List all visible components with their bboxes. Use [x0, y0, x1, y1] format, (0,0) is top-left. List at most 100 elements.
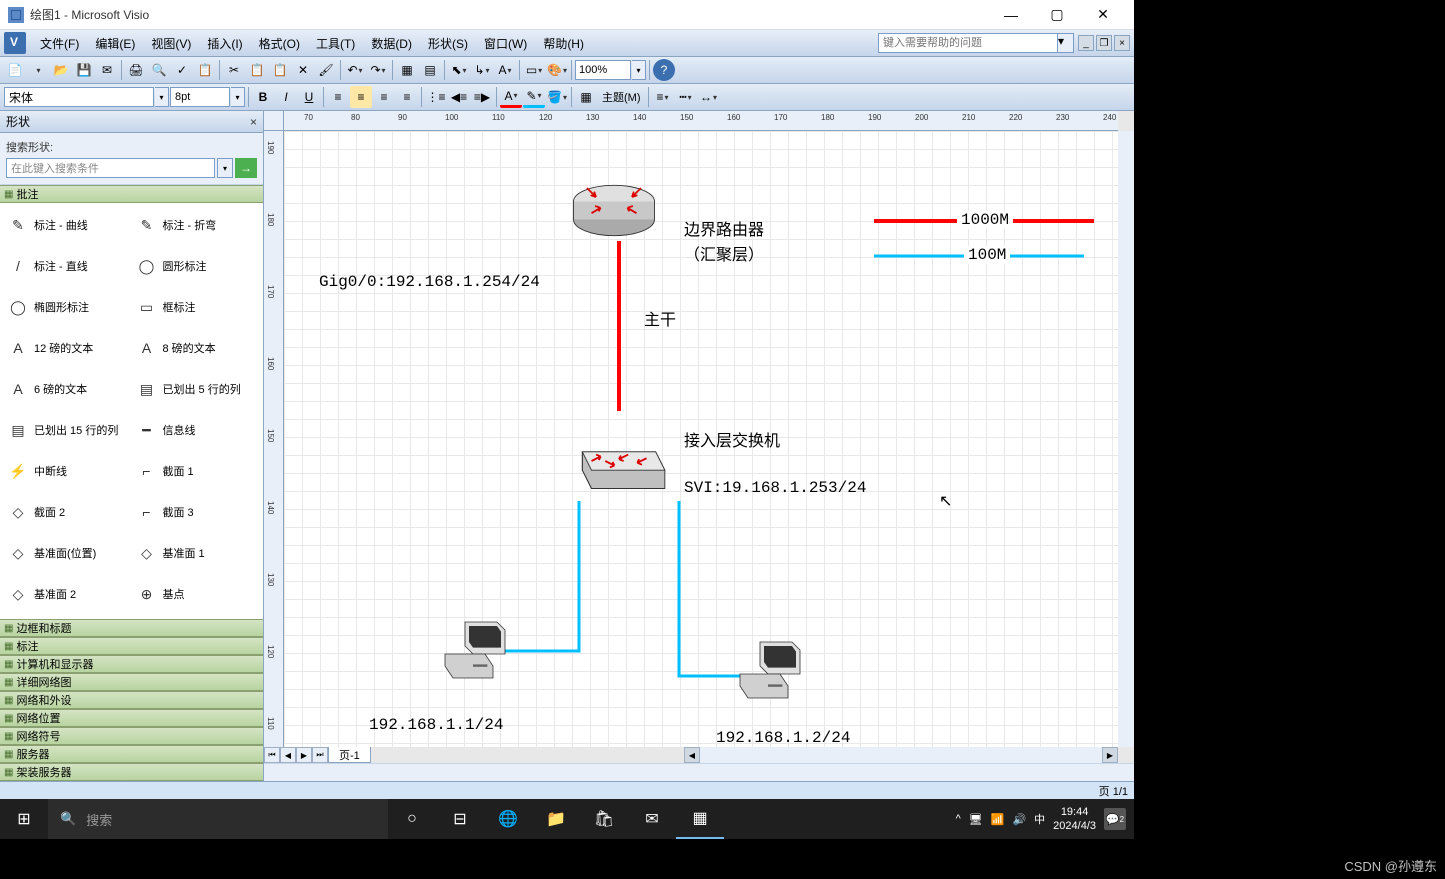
new-dropdown[interactable] — [27, 59, 49, 81]
theme-button[interactable]: 主题(M) — [598, 86, 645, 108]
bullets-button[interactable]: ⋮≡ — [425, 86, 447, 108]
tray-chevron-icon[interactable]: ^ — [956, 813, 961, 825]
theme-icon[interactable]: ▦ — [575, 86, 597, 108]
menu-tools[interactable]: 工具(T) — [308, 32, 363, 55]
email-button[interactable]: ✉ — [96, 59, 118, 81]
switch-shape[interactable] — [564, 411, 674, 514]
stencil-header[interactable]: ▦网络符号 — [0, 727, 263, 745]
line-color[interactable]: ✎ — [523, 86, 545, 108]
help-search-input[interactable] — [878, 33, 1058, 53]
align-justify[interactable]: ≡ — [396, 86, 418, 108]
shape-item[interactable]: ⚡中断线 — [4, 453, 131, 489]
pc2-shape[interactable] — [724, 626, 804, 709]
connector-tool[interactable]: ↳ — [471, 59, 493, 81]
rectangle-tool[interactable]: ▭ — [523, 59, 545, 81]
search-shapes-dropdown[interactable]: ▾ — [217, 158, 233, 178]
save-button[interactable]: 💾 — [73, 59, 95, 81]
menu-view[interactable]: 视图(V) — [143, 32, 199, 55]
shape-item[interactable]: ◇基准面(位置) — [4, 535, 131, 571]
shapes-panel-close[interactable]: × — [250, 115, 257, 129]
stencil-header[interactable]: ▦标注 — [0, 637, 263, 655]
menu-shape[interactable]: 形状(S) — [420, 32, 476, 55]
shape-item[interactable]: ━信息线 — [133, 412, 260, 448]
page-tab-1[interactable]: 页-1 — [328, 747, 371, 763]
zoom-dropdown[interactable]: ▾ — [632, 60, 646, 80]
shape-item[interactable]: ◇基准面 2 — [4, 576, 131, 612]
search-shapes-go[interactable]: → — [235, 158, 257, 178]
new-button[interactable]: 📄 — [4, 59, 26, 81]
cortana-icon[interactable]: ○ — [388, 799, 436, 839]
tray-network-icon[interactable]: 📶 — [991, 813, 1005, 826]
tray-clock[interactable]: 19:44 2024/4/3 — [1053, 805, 1096, 834]
data-graphics[interactable]: ▤ — [419, 59, 441, 81]
stencil-header[interactable]: ▦网络和外设 — [0, 691, 263, 709]
open-button[interactable]: 📂 — [50, 59, 72, 81]
tray-notification[interactable]: 💬2 — [1104, 808, 1126, 830]
store-icon[interactable]: 🛍 — [580, 799, 628, 839]
fill-color[interactable]: 🎨 — [546, 59, 568, 81]
stencil-header[interactable]: ▦详细网络图 — [0, 673, 263, 691]
mail-icon[interactable]: ✉ — [628, 799, 676, 839]
help-dropdown[interactable]: ▾ — [1058, 33, 1074, 53]
align-right[interactable]: ≡ — [373, 86, 395, 108]
minimize-button[interactable]: — — [988, 0, 1034, 30]
edge-icon[interactable]: 🌐 — [484, 799, 532, 839]
paste-button[interactable]: 📋 — [269, 59, 291, 81]
pc1-shape[interactable] — [429, 606, 509, 689]
menu-help[interactable]: 帮助(H) — [535, 32, 592, 55]
research-button[interactable]: 📋 — [194, 59, 216, 81]
stencil-header[interactable]: ▦边框和标题 — [0, 619, 263, 637]
page-next[interactable]: ▶ — [296, 747, 312, 763]
close-button[interactable]: ✕ — [1080, 0, 1126, 30]
stencil-header-active[interactable]: ▦批注 — [0, 185, 263, 203]
zoom-input[interactable]: 100% — [575, 60, 631, 80]
page-first[interactable]: ⏮ — [264, 747, 280, 763]
bold-button[interactable]: B — [252, 86, 274, 108]
align-center[interactable]: ≡ — [350, 86, 372, 108]
menu-data[interactable]: 数据(D) — [363, 32, 420, 55]
menu-window[interactable]: 窗口(W) — [476, 32, 535, 55]
cut-button[interactable]: ✂ — [223, 59, 245, 81]
explorer-icon[interactable]: 📁 — [532, 799, 580, 839]
shape-item[interactable]: ▤已划出 5 行的列 — [133, 371, 260, 407]
shape-item[interactable]: A8 磅的文本 — [133, 330, 260, 366]
font-name-select[interactable]: 宋体 — [4, 87, 154, 107]
line-weight[interactable]: ≡ — [652, 86, 674, 108]
spellcheck-button[interactable]: ✓ — [171, 59, 193, 81]
format-painter[interactable]: 🖌 — [315, 59, 337, 81]
shape-item[interactable]: ▤已划出 15 行的列 — [4, 412, 131, 448]
underline-button[interactable]: U — [298, 86, 320, 108]
print-preview-button[interactable]: 🔍 — [148, 59, 170, 81]
stencil-header[interactable]: ▦服务器 — [0, 745, 263, 763]
print-button[interactable]: 🖨 — [125, 59, 147, 81]
shapes-window[interactable]: ▦ — [396, 59, 418, 81]
router-shape[interactable] — [569, 161, 659, 254]
shape-item[interactable]: ◇基准面 1 — [133, 535, 260, 571]
visio-icon[interactable] — [4, 32, 26, 54]
line-ends[interactable]: ↔ — [698, 86, 720, 108]
shape-item[interactable]: A6 磅的文本 — [4, 371, 131, 407]
line-pattern[interactable]: ┅ — [675, 86, 697, 108]
text-tool[interactable]: A — [494, 59, 516, 81]
search-shapes-input[interactable] — [6, 158, 215, 178]
mdi-minimize[interactable]: _ — [1078, 35, 1094, 51]
stencil-header[interactable]: ▦计算机和显示器 — [0, 655, 263, 673]
menu-file[interactable]: 文件(F) — [32, 32, 87, 55]
drawing-canvas[interactable]: 边界路由器 （汇聚层） Gig0/0:192.168.1.254/24 主干 — [284, 131, 1118, 747]
task-view-icon[interactable]: ⊟ — [436, 799, 484, 839]
maximize-button[interactable]: ▢ — [1034, 0, 1080, 30]
menu-format[interactable]: 格式(O) — [251, 32, 308, 55]
shape-item[interactable]: ✎标注 - 曲线 — [4, 207, 131, 243]
pointer-tool[interactable]: ⬉ — [448, 59, 470, 81]
font-size-dropdown[interactable]: ▾ — [231, 87, 245, 107]
delete-button[interactable]: ✕ — [292, 59, 314, 81]
shape-item[interactable]: /标注 - 直线 — [4, 248, 131, 284]
copy-button[interactable]: 📋 — [246, 59, 268, 81]
visio-taskbar-icon[interactable]: ▦ — [676, 799, 724, 839]
tray-volume-icon[interactable]: 🔊 — [1012, 813, 1026, 826]
tray-ime[interactable]: 中 — [1034, 811, 1045, 827]
page-prev[interactable]: ◀ — [280, 747, 296, 763]
shape-item[interactable]: ◇截面 2 — [4, 494, 131, 530]
help-button[interactable]: ? — [653, 59, 675, 81]
scrollbar-vertical[interactable] — [1118, 131, 1134, 747]
